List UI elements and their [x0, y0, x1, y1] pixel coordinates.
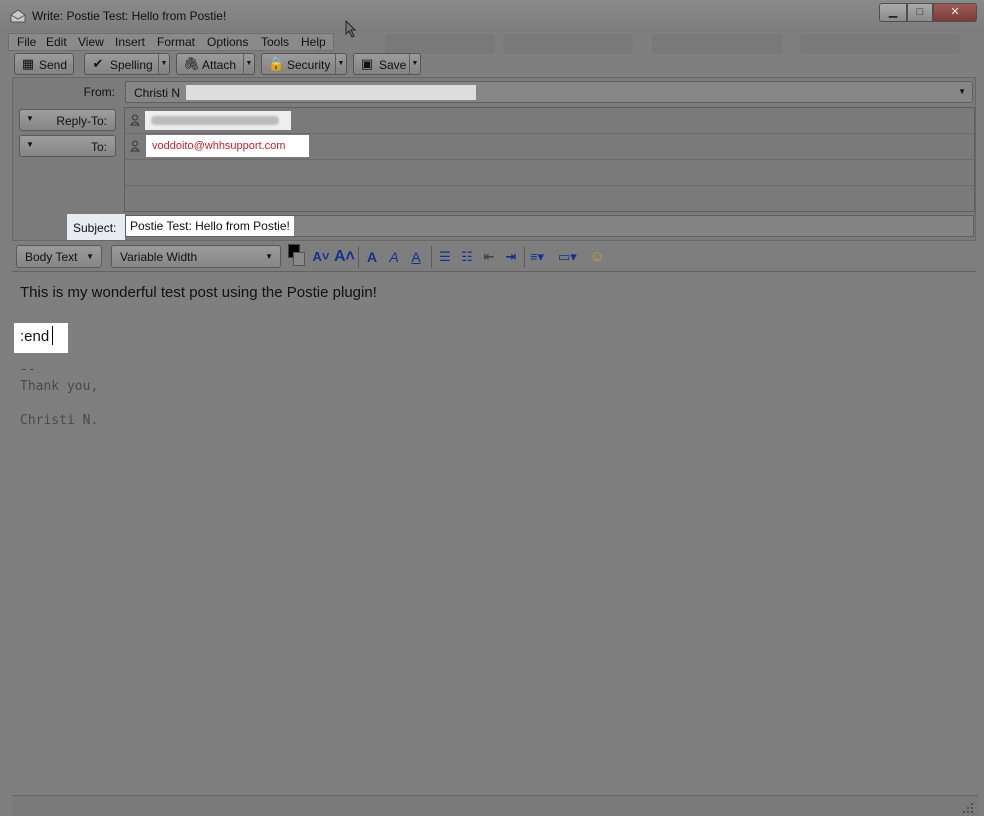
- person-icon: [130, 114, 140, 126]
- smaller-font-icon[interactable]: A˅: [312, 248, 330, 266]
- menu-tools[interactable]: Tools: [261, 35, 289, 49]
- recipient-row-empty[interactable]: [125, 186, 974, 212]
- background-ghost-tab: [652, 34, 782, 54]
- separator: [358, 246, 359, 268]
- menu-insert[interactable]: Insert: [115, 35, 145, 49]
- floppy-disk-icon: ▣: [360, 56, 374, 71]
- signature-name: Christi N.: [20, 413, 99, 428]
- smiley-icon[interactable]: ☺: [588, 248, 606, 266]
- address-header: From: Christi N ▼ ▼ Reply-To: ▼ To: vodd…: [12, 77, 976, 241]
- recipient-row-to[interactable]: voddoito@whhsupport.com: [125, 134, 974, 160]
- send-icon: ▦: [21, 56, 35, 71]
- person-icon: [130, 140, 140, 152]
- to-type-button[interactable]: ▼ To:: [19, 135, 116, 157]
- chevron-down-icon[interactable]: ▼: [243, 54, 254, 74]
- from-value: Christi N: [134, 86, 181, 100]
- underline-icon[interactable]: A: [407, 248, 425, 266]
- paperclip-icon: 🖇: [183, 56, 200, 71]
- attach-button[interactable]: 🖇 Attach ▼: [176, 53, 255, 75]
- maximize-button[interactable]: □: [907, 3, 933, 22]
- background-ghost-tab: [800, 34, 960, 54]
- paragraph-style-select[interactable]: Body Text ▼: [16, 245, 102, 268]
- mouse-pointer-icon: [345, 20, 357, 38]
- separator: [431, 246, 432, 268]
- recipient-row-reply-to[interactable]: [125, 108, 974, 134]
- to-field[interactable]: voddoito@whhsupport.com: [146, 135, 309, 157]
- menu-options[interactable]: Options: [207, 35, 248, 49]
- outdent-icon[interactable]: ⇤: [480, 248, 498, 266]
- title-bar: Write: Postie Test: Hello from Postie! ▁…: [0, 0, 984, 54]
- menu-edit[interactable]: Edit: [46, 35, 67, 49]
- reply-to-type-button[interactable]: ▼ Reply-To:: [19, 109, 116, 131]
- chevron-down-icon: ▼: [26, 140, 34, 149]
- signature-separator: --: [20, 362, 36, 377]
- menu-view[interactable]: View: [78, 35, 104, 49]
- spelling-button[interactable]: ✔ Spelling ▼: [84, 53, 170, 75]
- separator: [524, 246, 525, 268]
- subject-input[interactable]: Postie Test: Hello from Postie!: [125, 215, 974, 237]
- background-ghost-tab: [503, 34, 633, 54]
- status-bar: [12, 795, 978, 816]
- recipient-list: voddoito@whhsupport.com: [124, 107, 975, 212]
- bullet-list-icon[interactable]: ☰: [436, 248, 454, 266]
- chevron-down-icon: ▼: [265, 252, 273, 261]
- menu-help[interactable]: Help: [301, 35, 326, 49]
- menu-format[interactable]: Format: [157, 35, 195, 49]
- format-toolbar: Body Text ▼ Variable Width ▼ A˅ A˄ A A A ☰…: [12, 242, 976, 272]
- italic-icon[interactable]: A: [385, 248, 403, 266]
- redacted-email: [186, 85, 476, 100]
- bold-icon[interactable]: A: [363, 248, 381, 266]
- send-button[interactable]: ▦ Send: [14, 53, 74, 75]
- thunderbird-write-icon: [10, 9, 26, 23]
- from-label: From:: [83, 85, 115, 99]
- lock-icon: 🔒: [268, 56, 285, 71]
- indent-icon[interactable]: ⇥: [502, 248, 520, 266]
- reply-to-field[interactable]: [145, 111, 291, 130]
- window-title: Write: Postie Test: Hello from Postie!: [32, 9, 227, 23]
- text-color-icon[interactable]: [288, 244, 306, 266]
- minimize-button[interactable]: ▁: [879, 3, 907, 22]
- menu-bar: File Edit View Insert Format Options Too…: [8, 33, 334, 51]
- larger-font-icon[interactable]: A˄: [334, 248, 355, 266]
- resize-grip-icon[interactable]: [962, 802, 974, 814]
- end-marker: :end: [14, 323, 68, 353]
- numbered-list-icon[interactable]: ☷: [458, 248, 476, 266]
- recipient-row-empty[interactable]: [125, 160, 974, 186]
- chevron-down-icon[interactable]: ▼: [409, 54, 420, 74]
- insert-image-icon[interactable]: ▭▾: [558, 248, 577, 266]
- from-select[interactable]: Christi N ▼: [125, 81, 973, 103]
- subject-value: Postie Test: Hello from Postie!: [126, 216, 294, 236]
- chevron-down-icon[interactable]: ▼: [158, 54, 169, 74]
- chevron-down-icon: ▼: [86, 252, 94, 261]
- save-button[interactable]: ▣ Save ▼: [353, 53, 421, 75]
- signature-line: Thank you,: [20, 379, 99, 394]
- security-button[interactable]: 🔒 Security ▼: [261, 53, 347, 75]
- chevron-down-icon[interactable]: ▼: [335, 54, 346, 74]
- text-caret: [52, 326, 53, 345]
- font-select[interactable]: Variable Width ▼: [111, 245, 281, 268]
- close-button[interactable]: ✕: [933, 3, 977, 22]
- checkmark-icon: ✔: [92, 56, 104, 71]
- subject-label: Subject:: [67, 214, 125, 240]
- message-body-editor[interactable]: This is my wonderful test post using the…: [12, 273, 978, 795]
- background-ghost-tab: [385, 34, 495, 54]
- align-icon[interactable]: ≡▾: [528, 248, 546, 266]
- chevron-down-icon: ▼: [958, 87, 966, 96]
- menu-file[interactable]: File: [17, 35, 36, 49]
- chevron-down-icon: ▼: [26, 114, 34, 123]
- body-text-line: This is my wonderful test post using the…: [20, 284, 377, 301]
- redacted-email: [151, 116, 279, 125]
